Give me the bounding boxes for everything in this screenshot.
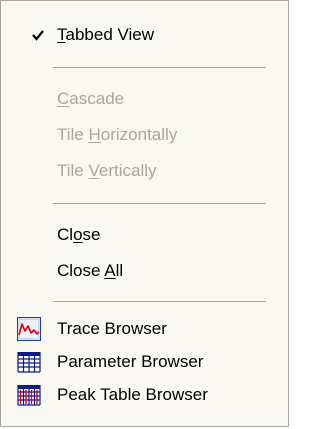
parameter-browser-icon <box>17 352 41 373</box>
menu-item-label: Trace Browser <box>57 319 167 338</box>
menu-item-close-all[interactable]: Close All <box>3 255 286 287</box>
menu-item-peak-table-browser[interactable]: Peak Table Browser <box>3 379 286 411</box>
menu-item-label: Tile Horizontally <box>57 125 178 144</box>
menu-item-label: Tabbed View <box>57 25 155 44</box>
trace-browser-icon <box>17 317 41 341</box>
menu-item-tile-horizontally: Tile Horizontally <box>3 119 286 151</box>
menu-item-tabbed-view[interactable]: Tabbed View <box>3 19 286 51</box>
window-context-menu: Tabbed View Cascade Tile Horizontally Ti… <box>0 0 289 427</box>
checkmark-icon <box>32 30 44 41</box>
menu-separator <box>53 67 266 68</box>
menu-item-trace-browser[interactable]: Trace Browser <box>3 313 286 345</box>
menu-item-tile-vertically: Tile Vertically <box>3 155 286 187</box>
menu-item-label: Peak Table Browser <box>57 385 208 404</box>
menu-separator <box>53 301 266 302</box>
menu-item-label: Tile Vertically <box>57 161 157 180</box>
menu-item-cascade: Cascade <box>3 83 286 115</box>
menu-item-parameter-browser[interactable]: Parameter Browser <box>3 346 286 378</box>
menu-item-label: Close <box>57 225 101 244</box>
menu-item-label: Parameter Browser <box>57 352 204 371</box>
menu-separator <box>53 203 266 204</box>
menu-item-label: Close All <box>57 261 124 280</box>
peak-table-browser-icon <box>17 385 41 406</box>
menu-item-label: Cascade <box>57 89 125 108</box>
menu-item-close[interactable]: Close <box>3 219 286 251</box>
